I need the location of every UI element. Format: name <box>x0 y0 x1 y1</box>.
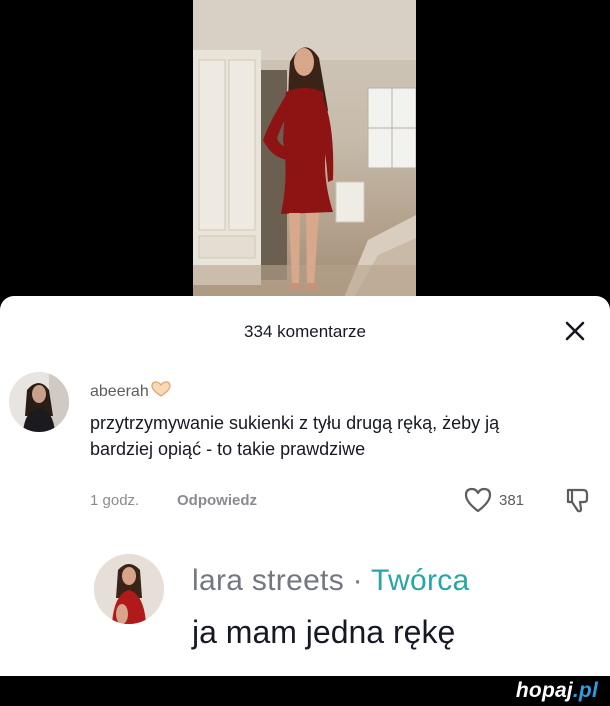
creator-username[interactable]: lara streets <box>192 564 344 597</box>
footer-bar: hopaj.pl <box>0 676 610 706</box>
creator-avatar[interactable] <box>94 554 164 624</box>
heart-icon <box>464 487 492 513</box>
video-frame[interactable] <box>193 0 416 300</box>
brand-logo[interactable]: hopaj.pl <box>516 679 598 703</box>
comments-count-title: 334 komentarze <box>244 322 366 341</box>
video-area[interactable] <box>0 0 610 300</box>
close-button[interactable] <box>562 318 588 344</box>
brand-logo-accent: .pl <box>572 679 598 702</box>
creator-badge: Twórca <box>371 564 470 597</box>
creator-avatar-image <box>94 554 164 624</box>
commenter-username-text: abeerah <box>90 383 149 400</box>
like-button[interactable] <box>463 486 493 514</box>
comments-sheet: 334 komentarze abeerah przytrzymywanie s… <box>0 296 610 676</box>
creator-reply-header: lara streets · Twórca <box>192 564 470 598</box>
heart-hands-emoji-icon <box>150 380 172 403</box>
creator-reply-text: ja mam jedna rękę <box>192 614 456 650</box>
comment-text: przytrzymywanie sukienki z tyłu drugą rę… <box>90 413 500 459</box>
dislike-button[interactable] <box>563 485 593 515</box>
brand-logo-main: hopaj <box>515 679 573 702</box>
commenter-avatar-image <box>9 372 69 432</box>
commenter-avatar[interactable] <box>9 372 69 432</box>
commenter-username[interactable]: abeerah <box>90 380 172 403</box>
comment-timestamp: 1 godz. <box>90 492 140 509</box>
thumbs-down-icon <box>566 488 589 513</box>
video-still-image <box>193 0 416 300</box>
like-count: 381 <box>499 492 525 509</box>
close-icon <box>565 321 585 341</box>
creator-separator: · <box>352 564 363 597</box>
reply-button[interactable]: Odpowiedz <box>177 492 257 509</box>
